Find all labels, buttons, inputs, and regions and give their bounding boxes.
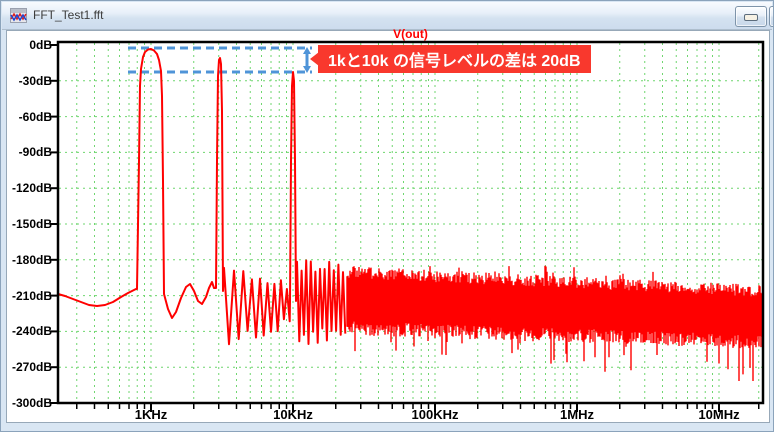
axis-ticks xyxy=(50,45,759,412)
level-difference-annotation: 1kと10k の信号レベルの差は 20dB xyxy=(318,45,591,73)
callout-pointer-icon xyxy=(310,52,319,66)
fft-trace xyxy=(58,49,762,381)
annotation-text: 1kと10k の信号レベルの差は 20dB xyxy=(328,47,581,71)
fft-plot-window: FFT_Test1.fft V(out) 0dB -30dB -60dB -90… xyxy=(0,0,774,432)
